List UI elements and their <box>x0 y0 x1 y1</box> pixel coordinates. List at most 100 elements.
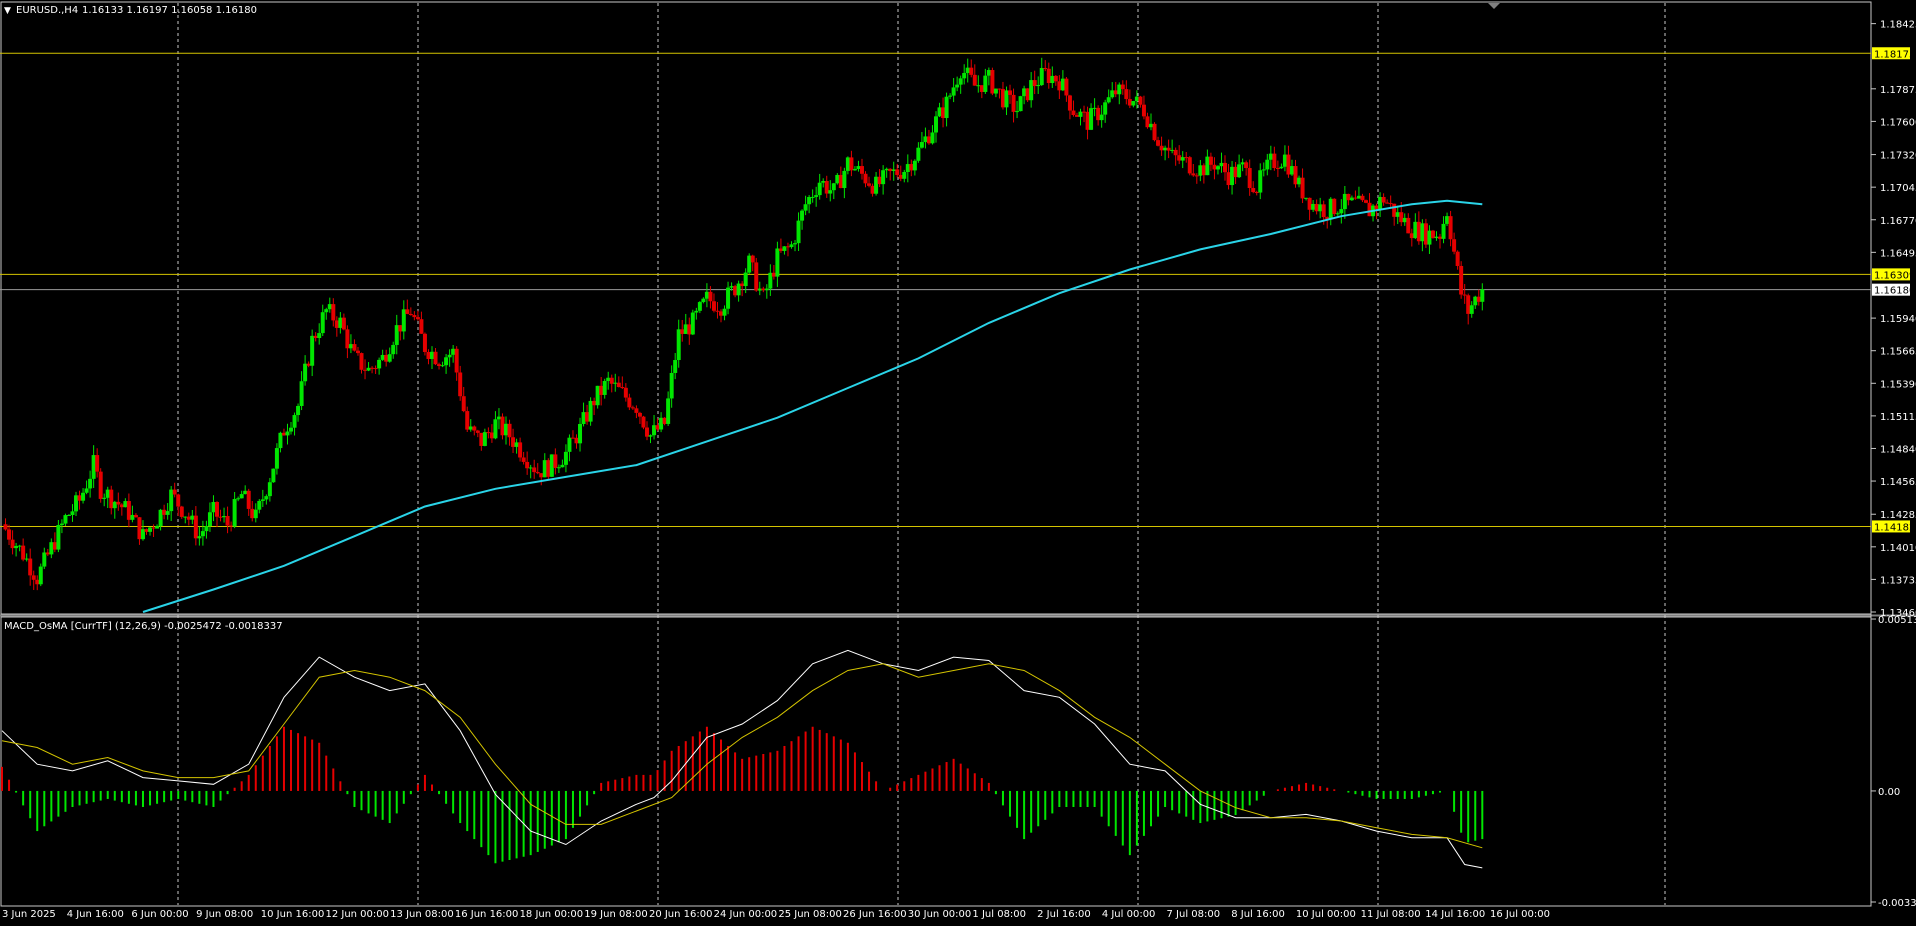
candle-body <box>1402 217 1407 223</box>
candle-body <box>317 333 322 338</box>
candle-body <box>655 425 660 430</box>
candle-body <box>1423 223 1428 245</box>
candle-body <box>895 169 900 175</box>
candle-body <box>384 354 389 362</box>
candle-body <box>102 497 107 499</box>
candle-body <box>1363 200 1368 203</box>
candle-body <box>1261 169 1266 171</box>
candle-body <box>377 359 382 369</box>
candle-body <box>764 288 769 291</box>
candle-body <box>225 515 230 526</box>
candle-body <box>1180 157 1185 161</box>
candle-body <box>1388 203 1393 205</box>
candle-body <box>912 160 917 171</box>
candle-body <box>951 87 956 96</box>
candle-body <box>14 545 19 549</box>
candle-body <box>1074 115 1079 117</box>
candle-body <box>74 495 79 512</box>
candle-body <box>563 451 568 465</box>
candle-body <box>310 335 315 366</box>
candle-body <box>1036 85 1041 87</box>
candle-body <box>560 464 565 468</box>
candle-body <box>162 509 167 515</box>
candle-body <box>1286 154 1291 175</box>
candle-body <box>169 489 174 512</box>
candle-body <box>10 539 15 549</box>
candle-body <box>962 72 967 79</box>
time-axis-label: 16 Jul 00:00 <box>1490 909 1550 920</box>
candle-body <box>1082 111 1087 113</box>
candle-body <box>997 88 1002 90</box>
candle-body <box>1138 96 1143 105</box>
candle-body <box>919 142 924 148</box>
candle-body <box>292 415 297 428</box>
candle-body <box>422 333 427 352</box>
time-axis-label: 13 Jun 08:00 <box>390 909 454 920</box>
candle-body <box>479 432 484 446</box>
candle-body <box>1078 111 1083 117</box>
candle-body <box>274 448 279 469</box>
candle-body <box>514 442 519 447</box>
candle-body <box>849 157 854 171</box>
candle-body <box>1166 147 1171 151</box>
candle-body <box>553 454 558 468</box>
candle-body <box>1110 90 1115 98</box>
candle-body <box>299 381 304 406</box>
candle-body <box>983 75 988 92</box>
candle-body <box>726 287 731 309</box>
candle-body <box>821 180 826 183</box>
candle-body <box>1134 96 1139 102</box>
price-axis-label: 1.14285 <box>1880 510 1916 521</box>
time-axis-label: 2 Jul 16:00 <box>1037 909 1091 920</box>
candle-body <box>518 442 523 458</box>
candle-body <box>884 168 889 171</box>
candle-body <box>355 350 360 354</box>
candle-body <box>1469 305 1474 314</box>
candle-body <box>1092 107 1097 109</box>
candle-body <box>239 494 244 499</box>
time-axis-label: 10 Jul 00:00 <box>1296 909 1356 920</box>
time-axis-label: 30 Jun 00:00 <box>908 909 972 920</box>
price-axis-label: 1.16495 <box>1880 248 1916 259</box>
candle-body <box>1053 75 1058 82</box>
candle-body <box>539 473 544 478</box>
candle-body <box>1420 223 1425 242</box>
time-axis-label: 8 Jul 16:00 <box>1231 909 1285 920</box>
chart-canvas[interactable]: 1.18175 1.16309 1.14182 1.16180 1.18425 1.17… <box>0 0 1916 926</box>
candle-body <box>1152 123 1157 141</box>
candle-body <box>891 169 896 172</box>
candle-body <box>1022 88 1027 97</box>
symbol-dropdown-icon[interactable]: ▼ <box>4 6 11 16</box>
candle-body <box>909 164 914 171</box>
candle-body <box>338 317 343 328</box>
candle-body <box>1279 166 1284 169</box>
candle-body <box>771 272 776 277</box>
candle-body <box>1198 165 1203 176</box>
candle-body <box>130 514 135 520</box>
candle-body <box>546 460 551 477</box>
candle-body <box>324 309 329 313</box>
candle-body <box>972 74 977 86</box>
candle-body <box>1367 202 1372 217</box>
time-axis-label: 26 Jun 16:00 <box>843 909 907 920</box>
candle-body <box>426 351 431 359</box>
candle-body <box>556 467 561 469</box>
candle-body <box>715 310 720 312</box>
candle-body <box>222 515 227 518</box>
candle-body <box>1476 296 1481 302</box>
candle-body <box>482 432 487 446</box>
candle-body <box>659 417 664 430</box>
time-axis-label: 3 Jun 2025 <box>2 909 56 920</box>
candle-body <box>958 78 963 85</box>
candle-body <box>1145 116 1150 128</box>
price-axis-label: 1.17875 <box>1880 85 1916 96</box>
candle-body <box>1272 153 1277 169</box>
candle-body <box>296 405 301 416</box>
candle-body <box>391 344 396 355</box>
candle-body <box>630 407 635 409</box>
candle-body <box>874 176 879 194</box>
candle-body <box>934 116 938 133</box>
candle-body <box>229 525 234 527</box>
candle-body <box>24 558 29 560</box>
candle-body <box>1163 147 1168 151</box>
